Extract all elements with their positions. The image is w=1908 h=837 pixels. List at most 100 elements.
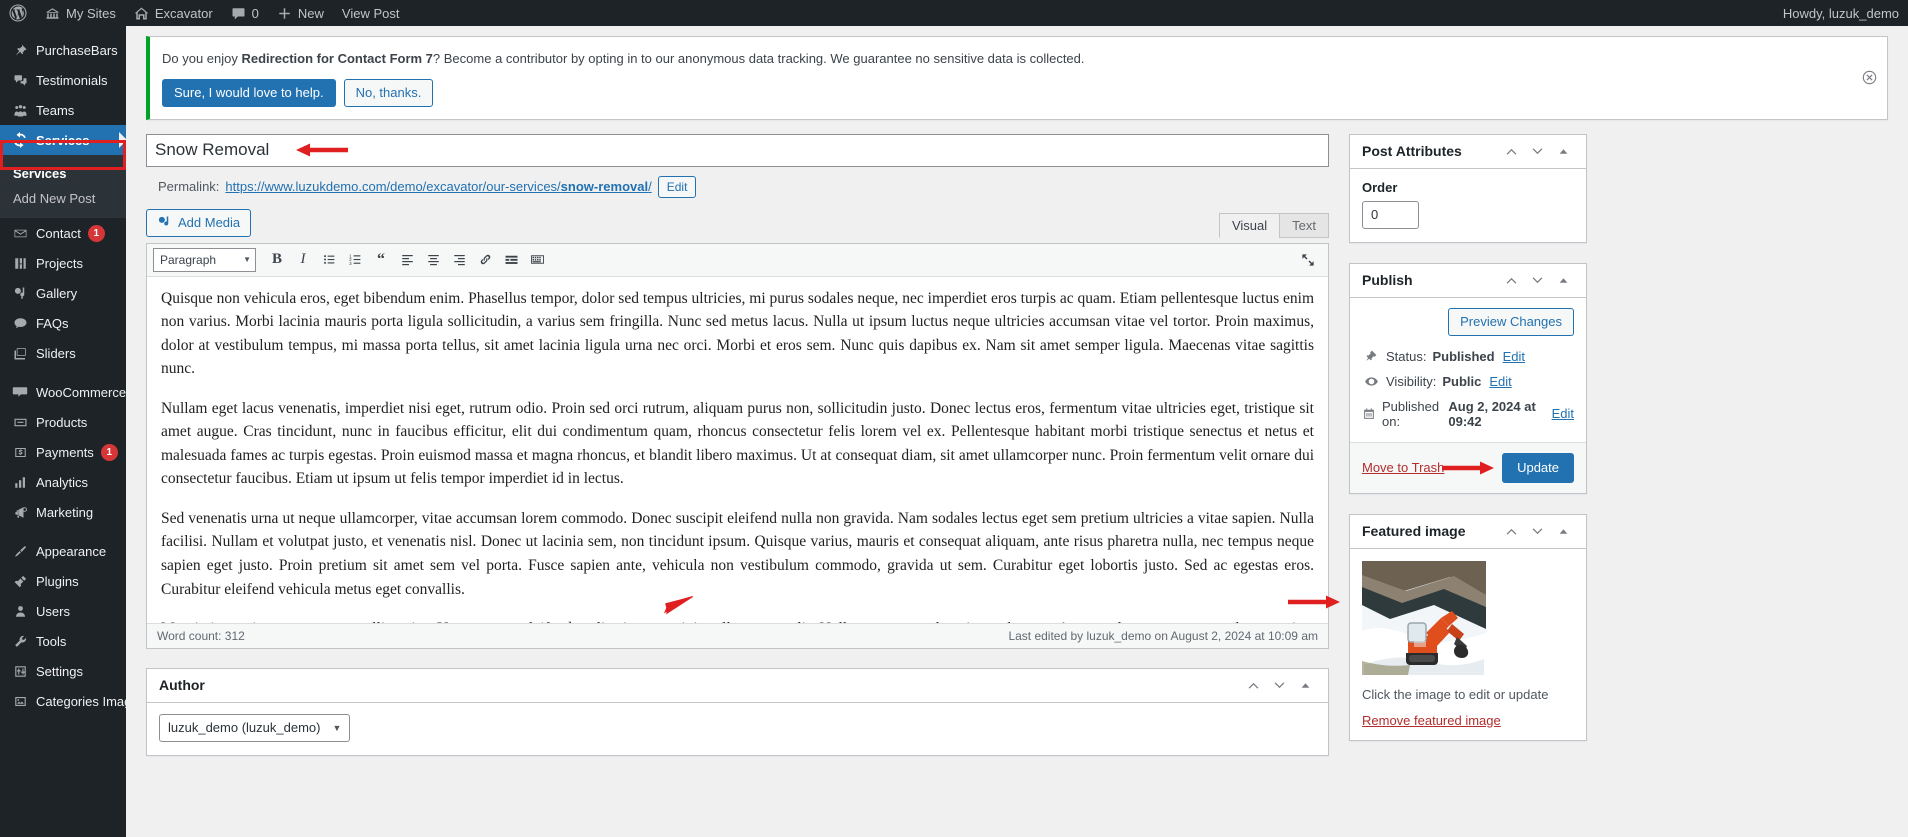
visibility-eye-icon bbox=[1362, 374, 1380, 389]
post-title-input[interactable] bbox=[146, 134, 1329, 167]
pin-icon bbox=[9, 40, 31, 60]
author-select[interactable]: luzuk_demo (luzuk_demo) ▼ bbox=[159, 714, 350, 742]
sidebar-item-tools[interactable]: Tools bbox=[0, 626, 126, 656]
adminbar-site-name[interactable]: Excavator bbox=[125, 0, 222, 26]
chevron-down-icon: ▼ bbox=[243, 255, 251, 264]
notice-opt-in-button[interactable]: Sure, I would love to help. bbox=[162, 79, 336, 107]
sidebar-item-payments[interactable]: Payments 1 bbox=[0, 437, 126, 467]
move-down-icon[interactable] bbox=[1268, 674, 1290, 696]
update-button[interactable]: Update bbox=[1502, 453, 1574, 483]
sidebar-item-users[interactable]: Users bbox=[0, 596, 126, 626]
sidebar-item-teams[interactable]: Teams bbox=[0, 95, 126, 125]
group-icon bbox=[9, 100, 31, 120]
edit-date-link[interactable]: Edit bbox=[1552, 406, 1574, 421]
edit-permalink-button[interactable]: Edit bbox=[658, 176, 697, 198]
featured-image-thumbnail[interactable] bbox=[1362, 561, 1486, 675]
submenu-label: Services bbox=[13, 166, 67, 181]
sidebar-label: Settings bbox=[36, 664, 83, 679]
home-icon bbox=[134, 6, 149, 21]
adminbar-view-post[interactable]: View Post bbox=[333, 0, 409, 26]
permalink-slug: snow-removal bbox=[561, 179, 648, 194]
align-center-icon[interactable] bbox=[421, 248, 445, 272]
move-up-icon[interactable] bbox=[1500, 140, 1522, 162]
fullscreen-icon[interactable] bbox=[1296, 248, 1320, 272]
sidebar-item-sliders[interactable]: Sliders bbox=[0, 338, 126, 368]
toggle-panel-icon[interactable] bbox=[1552, 520, 1574, 542]
wordpress-logo-button[interactable] bbox=[0, 0, 36, 26]
move-up-icon[interactable] bbox=[1242, 674, 1264, 696]
post-attributes-title: Post Attributes bbox=[1362, 143, 1462, 159]
read-more-icon[interactable] bbox=[499, 248, 523, 272]
sidebar-item-marketing[interactable]: Marketing bbox=[0, 497, 126, 527]
toggle-panel-icon[interactable] bbox=[1552, 140, 1574, 162]
notice-decline-button[interactable]: No, thanks. bbox=[344, 79, 434, 107]
insert-link-icon[interactable] bbox=[473, 248, 497, 272]
order-label: Order bbox=[1362, 180, 1574, 195]
adminbar-howdy[interactable]: Howdy, luzuk_demo bbox=[1774, 0, 1908, 26]
blockquote-icon[interactable]: “ bbox=[369, 248, 393, 272]
admin-bar: My Sites Excavator 0 New View Post Howdy… bbox=[0, 0, 1908, 26]
tab-text[interactable]: Text bbox=[1279, 213, 1329, 238]
sidebar-item-appearance[interactable]: Appearance bbox=[0, 536, 126, 566]
sidebar-item-products[interactable]: Products bbox=[0, 407, 126, 437]
author-postbox-header: Author bbox=[147, 669, 1328, 703]
submenu-item-services[interactable]: Services bbox=[0, 161, 126, 186]
sites-icon bbox=[45, 6, 60, 21]
move-down-icon[interactable] bbox=[1526, 520, 1548, 542]
content-paragraph: Nullam eget lacus venenatis, imperdiet n… bbox=[161, 397, 1314, 491]
sidebar-item-gallery[interactable]: Gallery bbox=[0, 278, 126, 308]
add-media-button[interactable]: Add Media bbox=[146, 209, 251, 237]
bulleted-list-icon[interactable] bbox=[317, 248, 341, 272]
permalink-row: Permalink: https://www.luzukdemo.com/dem… bbox=[158, 176, 1329, 198]
toggle-panel-icon[interactable] bbox=[1294, 674, 1316, 696]
move-to-trash-link[interactable]: Move to Trash bbox=[1362, 460, 1444, 475]
bold-icon[interactable]: B bbox=[265, 248, 289, 272]
sidebar-item-faqs[interactable]: FAQs bbox=[0, 308, 126, 338]
paintbrush-icon bbox=[9, 541, 31, 561]
italic-icon[interactable]: I bbox=[291, 248, 315, 272]
move-down-icon[interactable] bbox=[1526, 269, 1548, 291]
edit-visibility-link[interactable]: Edit bbox=[1489, 374, 1511, 389]
status-label: Status: bbox=[1386, 349, 1426, 364]
post-content-editor[interactable]: Quisque non vehicula eros, eget bibendum… bbox=[147, 277, 1328, 623]
paragraph-format-select[interactable]: Paragraph ▼ bbox=[153, 248, 256, 272]
preview-changes-button[interactable]: Preview Changes bbox=[1448, 308, 1574, 336]
edit-status-link[interactable]: Edit bbox=[1503, 349, 1525, 364]
align-left-icon[interactable] bbox=[395, 248, 419, 272]
notice-text-after: ? Become a contributor by opting in to o… bbox=[433, 51, 1085, 66]
numbered-list-icon[interactable]: 123 bbox=[343, 248, 367, 272]
toolbar-toggle-icon[interactable] bbox=[525, 248, 549, 272]
sidebar-item-categories-images[interactable]: Categories Images bbox=[0, 686, 126, 716]
toggle-panel-icon[interactable] bbox=[1552, 269, 1574, 291]
sidebar-item-testimonials[interactable]: Testimonials bbox=[0, 65, 126, 95]
sidebar-item-plugins[interactable]: Plugins bbox=[0, 566, 126, 596]
sidebar-item-projects[interactable]: Projects bbox=[0, 248, 126, 278]
adminbar-comments[interactable]: 0 bbox=[222, 0, 268, 26]
move-up-icon[interactable] bbox=[1500, 520, 1522, 542]
sidebar-label: Appearance bbox=[36, 544, 106, 559]
wordpress-logo-icon bbox=[9, 4, 27, 22]
svg-text:3: 3 bbox=[349, 261, 352, 266]
align-right-icon[interactable] bbox=[447, 248, 471, 272]
submenu-item-add-new-post[interactable]: Add New Post bbox=[0, 186, 126, 211]
move-up-icon[interactable] bbox=[1500, 269, 1522, 291]
close-circle-icon[interactable] bbox=[1859, 68, 1879, 88]
sidebar-item-services[interactable]: Services bbox=[0, 125, 126, 155]
sidebar-item-purchasebars[interactable]: PurchaseBars bbox=[0, 35, 126, 65]
sidebar-item-woocommerce[interactable]: WooCommerce bbox=[0, 377, 126, 407]
editor-main-column: Permalink: https://www.luzukdemo.com/dem… bbox=[146, 134, 1329, 756]
sidebar-item-analytics[interactable]: Analytics bbox=[0, 467, 126, 497]
remove-featured-image-link[interactable]: Remove featured image bbox=[1362, 713, 1501, 728]
order-input[interactable] bbox=[1362, 201, 1419, 229]
word-count-label: Word count: 312 bbox=[157, 629, 245, 643]
sidebar-item-contact[interactable]: Contact 1 bbox=[0, 218, 126, 248]
permalink-link[interactable]: https://www.luzukdemo.com/demo/excavator… bbox=[225, 179, 651, 194]
contributor-notice: Do you enjoy Redirection for Contact For… bbox=[146, 36, 1888, 120]
editor-box: Paragraph ▼ B I 123 “ bbox=[146, 243, 1329, 649]
move-down-icon[interactable] bbox=[1526, 140, 1548, 162]
tab-visual[interactable]: Visual bbox=[1219, 213, 1280, 238]
sidebar-item-settings[interactable]: Settings bbox=[0, 656, 126, 686]
adminbar-new[interactable]: New bbox=[268, 0, 333, 26]
adminbar-my-sites[interactable]: My Sites bbox=[36, 0, 125, 26]
sidebar-label: FAQs bbox=[36, 316, 69, 331]
